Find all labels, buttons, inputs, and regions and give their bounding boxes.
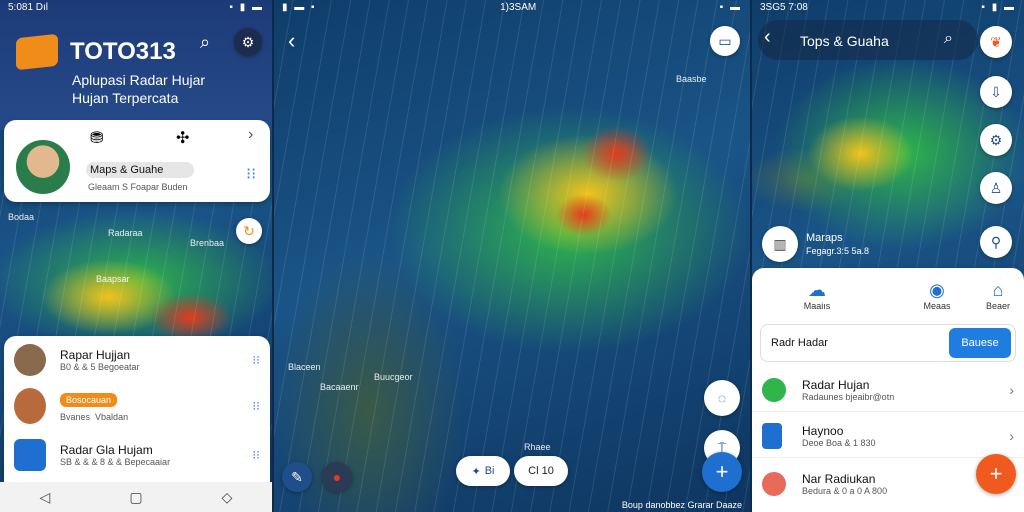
profile-card[interactable]: ⛃ ✣ › Maps & Guahe Gleaam S Foapar Buden… [4, 120, 270, 202]
search-text: Radr Hadar [771, 337, 828, 349]
status-time: 3SG5 7:08 [760, 2, 808, 13]
list-panel: Rapar Hujjan B0 & & 5 Begoeatar ⁝⁝ Bosoc… [4, 336, 270, 482]
back-icon[interactable]: ‹ [288, 28, 295, 54]
settings-icon[interactable]: ⚙ [234, 28, 262, 56]
list-item-sub-a: Bvanes [60, 412, 91, 422]
locate-icon[interactable]: ↻ [236, 218, 262, 244]
chevron-right-icon[interactable]: › [1009, 382, 1014, 398]
status-time: 5:081 Dıl [8, 2, 49, 13]
map-credit: Boup danobbez Grarar Daaze [621, 500, 742, 510]
status-icons: ▪ ▮ ▬ [981, 2, 1016, 13]
share-icon[interactable]: ⛃ [90, 128, 103, 148]
location-label: Maraps [806, 232, 843, 244]
home-icon[interactable]: ▢ [129, 489, 142, 506]
user-icon[interactable]: ♙ [980, 172, 1012, 204]
list-item-title: Nar Radiukan [802, 472, 876, 486]
list-item-subtitle: B0 & & 5 Begoeatar [60, 362, 140, 372]
radar-screen: ▮ ▬ ▪ 1)3SAM ▪ ▬ ‹ ▭ Baasbe Blaceen Baca… [274, 0, 750, 512]
list-item-title: Haynoo [802, 423, 844, 438]
list-item-subtitle: SB & & & 8 & & Bepecaaiar [60, 457, 171, 467]
download-icon[interactable]: ⇩ [980, 76, 1012, 108]
avatar [14, 344, 46, 376]
list-item-title: Radar Gla Hujam [60, 443, 153, 457]
comment-icon[interactable]: ◌ [704, 380, 740, 416]
chevron-right-icon[interactable]: › [248, 126, 253, 144]
time-pill[interactable]: Cl 10 [514, 456, 568, 486]
back-icon[interactable]: ‹ [764, 26, 771, 49]
paw-icon[interactable]: ✣ [176, 128, 189, 148]
device-icon [762, 422, 782, 449]
tagline-2: Hujan Terpercata [72, 90, 179, 106]
radio-icon [762, 472, 786, 496]
recents-icon[interactable]: ◇ [222, 489, 233, 506]
cloud-icon: ☁ [808, 280, 826, 300]
layer-pill-label: Bi [484, 465, 495, 477]
add-fab[interactable]: + [976, 454, 1016, 494]
home-screen: 5:081 Dıl ▪ ▮ ▬ TOTO313 ⌕ ⚙ Aplupasi Rad… [0, 0, 272, 512]
list-item-subtitle: Deoe Boa & 1 830 [802, 437, 876, 448]
add-button[interactable]: + [702, 452, 742, 492]
tab-label: Maaiıs [803, 301, 831, 311]
brand-name: TOTO313 [70, 38, 176, 65]
layers-icon: ✦ [471, 465, 481, 478]
person-icon: ◉ [929, 280, 945, 300]
gear-icon[interactable]: ⚙ [980, 124, 1012, 156]
tab-people[interactable]: ◉ Meaas [912, 280, 962, 311]
edit-icon[interactable]: ✎ [282, 462, 312, 492]
chat-icon[interactable]: ▭ [710, 26, 740, 56]
search-icon[interactable]: ⌕ [200, 32, 210, 53]
list-item[interactable]: Bosocauan Bvanes Vbaldan ⁝⁝ [4, 386, 270, 426]
status-bar: 3SG5 7:08 ▪ ▮ ▬ [752, 0, 1024, 16]
chevron-right-icon[interactable]: › [1009, 428, 1014, 444]
layer-pill[interactable]: ✦ Bi [456, 456, 510, 486]
location-subtitle: Fegagr.3:5 5a.8 [806, 246, 870, 256]
status-time: 1)3SAM [500, 2, 537, 13]
whatsapp-icon [762, 377, 786, 402]
tab-label: Beaer [985, 301, 1011, 311]
list-item-subtitle: Radaunes bjeaibr@otn [802, 391, 895, 402]
nav-bar: ◁ ▢ ◇ [0, 482, 272, 512]
status-icons-right: ▪ ▬ [719, 2, 742, 13]
network-icon [14, 439, 46, 471]
back-icon[interactable]: ◁ [40, 489, 51, 506]
record-icon[interactable]: ● [322, 462, 352, 492]
list-item-title: Radar Hujan [802, 377, 870, 392]
tab-alerts[interactable]: ⌂ Beaer [976, 280, 1020, 311]
tagline-1: Aplupasi Radar Hujar [72, 72, 206, 88]
status-icons: ▮ ▬ ▪ [282, 2, 317, 13]
grid-icon[interactable]: ⁝⁝ [246, 164, 256, 184]
page-title: Tops & Guaha [800, 33, 889, 49]
status-bar: 5:081 Dıl ▪ ▮ ▬ [0, 0, 272, 16]
grid-icon[interactable]: ⁝⁝ [252, 448, 260, 462]
bell-icon: ⌂ [992, 280, 1004, 300]
tab-label: Meaas [923, 301, 951, 311]
list-item-title: Rapar Hujjan [60, 348, 131, 362]
profile-subtitle: Gleaam S Foapar Buden [88, 182, 188, 192]
list-item[interactable]: Rapar Hujjan B0 & & 5 Begoeatar ⁝⁝ [4, 342, 270, 378]
status-icons: ▪ ▮ ▬ [229, 2, 264, 13]
search-button[interactable]: Bauese [949, 328, 1011, 358]
tab-maps[interactable]: ☁ Maaiıs [792, 280, 842, 311]
avatar[interactable] [16, 140, 70, 194]
profile-title: Maps & Guahe [90, 164, 164, 176]
list-item-sub-b: Vbaldan [95, 412, 129, 422]
grid-icon[interactable]: ⁝⁝ [252, 353, 260, 367]
tops-screen: 3SG5 7:08 ▪ ▮ ▬ ‹ Tops & Guaha ⌕ ❦ ⇩ ⚙ ♙… [752, 0, 1024, 512]
location-pin-icon[interactable]: ⚲ [980, 226, 1012, 258]
list-item-subtitle: Bedura & 0 a 0 A 800 [802, 486, 888, 496]
search-bar[interactable]: Radr Hadar Bauese [760, 324, 1016, 362]
list-item[interactable]: Haynoo Deoe Boa & 1 830 › [752, 414, 1024, 458]
avatar [14, 388, 46, 424]
grid-icon[interactable]: ⁝⁝ [252, 399, 260, 413]
status-bar: ▮ ▬ ▪ 1)3SAM ▪ ▬ [274, 0, 750, 16]
list-item[interactable]: Radar Gla Hujam SB & & & 8 & & Bepecaaia… [4, 436, 270, 474]
leaf-icon[interactable]: ❦ [980, 26, 1012, 58]
search-icon[interactable]: ⌕ [944, 30, 953, 48]
list-item[interactable]: Radar Hujan Radaunes bjeaibr@otn › [752, 368, 1024, 412]
book-icon[interactable]: ▥ [762, 226, 798, 262]
app-logo-icon [16, 33, 58, 71]
status-badge: Bosocauan [60, 393, 118, 407]
